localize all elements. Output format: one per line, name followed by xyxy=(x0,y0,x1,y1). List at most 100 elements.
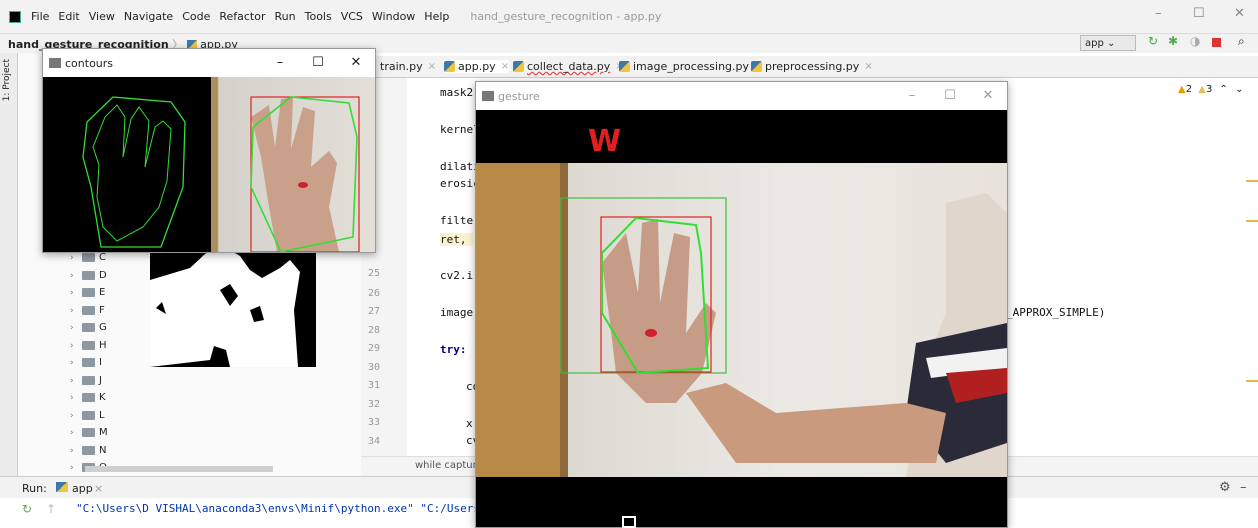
chevron-right-icon: › xyxy=(70,357,74,368)
cursor-marker-icon xyxy=(622,516,636,528)
tree-folder-j[interactable]: › J xyxy=(70,372,102,389)
chevron-right-icon: › xyxy=(70,322,74,333)
menu-view[interactable]: View xyxy=(89,10,115,23)
error-stripe-mark[interactable] xyxy=(1246,220,1258,222)
tab-preprocessing[interactable]: preprocessing.py × xyxy=(751,60,873,73)
tree-folder-e[interactable]: › E xyxy=(70,284,105,301)
code-line[interactable]: ret, xyxy=(440,233,474,246)
contour-svg xyxy=(82,96,186,248)
tab-image-processing[interactable]: image_processing.py× xyxy=(619,60,762,73)
code-line[interactable]: kernel xyxy=(440,123,480,136)
tree-folder-f[interactable]: › F xyxy=(70,302,105,319)
menu-code[interactable]: Code xyxy=(182,10,210,23)
maximize-icon[interactable]: ☐ xyxy=(931,82,969,110)
close-icon[interactable]: ✕ xyxy=(1234,6,1245,21)
scope-breadcrumb[interactable]: while capture xyxy=(415,460,483,471)
gesture-window[interactable]: gesture – ☐ ✕ W xyxy=(475,81,1008,528)
close-icon[interactable]: ✕ xyxy=(337,49,375,77)
window-controls: – ☐ ✕ xyxy=(893,82,1007,110)
tree-folder-n[interactable]: › N xyxy=(70,442,106,459)
horizontal-scrollbar[interactable] xyxy=(85,466,273,472)
tree-folder-h[interactable]: › H xyxy=(70,337,107,354)
folder-icon xyxy=(82,271,95,280)
menu-refactor[interactable]: Refactor xyxy=(219,10,265,23)
menu-tools[interactable]: Tools xyxy=(305,10,332,23)
minimize-icon[interactable]: – xyxy=(893,82,931,110)
maximize-icon[interactable]: ☐ xyxy=(1193,6,1205,21)
menu-bar: File Edit View Navigate Code Refactor Ru… xyxy=(0,0,1258,33)
search-icon[interactable]: ⌕ xyxy=(1238,34,1250,48)
chevron-right-icon: › xyxy=(70,252,74,263)
menu-file[interactable]: File xyxy=(31,10,49,23)
close-icon[interactable]: ✕ xyxy=(969,82,1007,110)
tab-label: preprocessing.py xyxy=(765,60,860,73)
tree-folder-g[interactable]: › G xyxy=(70,319,107,336)
code-line[interactable]: erosic xyxy=(440,177,480,190)
python-file-icon xyxy=(56,482,68,492)
rerun-icon[interactable]: ↻ xyxy=(22,502,32,516)
chevron-up-icon[interactable]: ⌃ xyxy=(1220,84,1228,95)
code-line[interactable]: dilati xyxy=(440,160,480,173)
tree-folder-l[interactable]: › L xyxy=(70,407,105,424)
menu-help[interactable]: Help xyxy=(424,10,449,23)
chevron-right-icon: › xyxy=(70,445,74,456)
run-config-label: app xyxy=(1085,38,1104,49)
coverage-icon[interactable]: ◑ xyxy=(1190,34,1202,48)
menu-vcs[interactable]: VCS xyxy=(341,10,363,23)
tab-label: app.py xyxy=(458,60,496,73)
close-tab-icon[interactable]: × xyxy=(94,482,103,495)
menu-navigate[interactable]: Navigate xyxy=(124,10,173,23)
chevron-right-icon: › xyxy=(70,427,74,438)
gear-icon[interactable]: ⚙ xyxy=(1219,480,1231,495)
hide-icon[interactable]: – xyxy=(1240,480,1247,495)
project-tool-button[interactable]: 1: Project xyxy=(2,59,12,101)
error-stripe-mark[interactable] xyxy=(1246,180,1258,182)
maximize-icon[interactable]: ☐ xyxy=(299,49,337,77)
chevron-down-icon[interactable]: ⌄ xyxy=(1235,84,1243,95)
run-config-dropdown[interactable]: app ⌄ xyxy=(1080,35,1136,51)
minimize-icon[interactable]: – xyxy=(261,49,299,77)
rerun-icon[interactable]: ↻ xyxy=(1148,34,1160,48)
contours-window[interactable]: contours – ☐ ✕ xyxy=(42,48,376,253)
prediction-label: W xyxy=(588,124,622,159)
debug-icon[interactable]: ✱ xyxy=(1168,34,1180,48)
minimize-icon[interactable]: – xyxy=(1155,6,1162,21)
tree-label: G xyxy=(99,322,107,333)
code-overflow-text[interactable]: _APPROX_SIMPLE) xyxy=(1006,306,1105,319)
code-line[interactable]: filter xyxy=(440,214,480,227)
tree-folder-d[interactable]: › D xyxy=(70,267,107,284)
tab-train[interactable]: train.py × xyxy=(380,60,436,73)
code-line[interactable]: try: xyxy=(440,343,467,356)
menu-edit[interactable]: Edit xyxy=(58,10,79,23)
code-line[interactable]: image, xyxy=(440,306,480,319)
code-line[interactable]: mask2 xyxy=(440,86,473,99)
python-file-icon xyxy=(513,61,524,72)
close-tab-icon[interactable]: × xyxy=(501,61,509,72)
close-tab-icon[interactable]: × xyxy=(428,61,436,72)
run-config-tab[interactable]: app xyxy=(72,482,93,495)
error-stripe-mark[interactable] xyxy=(1246,380,1258,382)
inspection-widget[interactable]: ▲2 ▲3 ⌃ ⌄ xyxy=(1178,84,1244,95)
chevron-right-icon: › xyxy=(70,462,74,473)
menu-run[interactable]: Run xyxy=(275,10,296,23)
tree-label: D xyxy=(99,270,107,281)
python-file-icon xyxy=(619,61,630,72)
tree-folder-i[interactable]: › I xyxy=(70,354,102,371)
line-number: 30 xyxy=(367,362,380,373)
tab-app[interactable]: app.py × xyxy=(444,60,510,73)
close-tab-icon[interactable]: × xyxy=(864,61,872,72)
folder-icon xyxy=(82,411,95,420)
tree-folder-k[interactable]: › K xyxy=(70,389,106,406)
tree-label: F xyxy=(99,305,105,316)
tree-folder-m[interactable]: › M xyxy=(70,424,108,441)
folder-icon xyxy=(82,323,95,332)
python-file-icon xyxy=(444,61,455,72)
menu-window[interactable]: Window xyxy=(372,10,415,23)
tab-collect-data[interactable]: collect_data.py× xyxy=(513,60,624,73)
folder-icon xyxy=(82,253,95,262)
window-controls: – ☐ ✕ xyxy=(261,49,375,77)
code-line[interactable]: cv2.ir xyxy=(440,269,480,282)
arrow-up-icon[interactable]: ↑ xyxy=(46,502,56,516)
line-number: 25 xyxy=(367,268,380,279)
stop-icon[interactable] xyxy=(1212,38,1221,47)
